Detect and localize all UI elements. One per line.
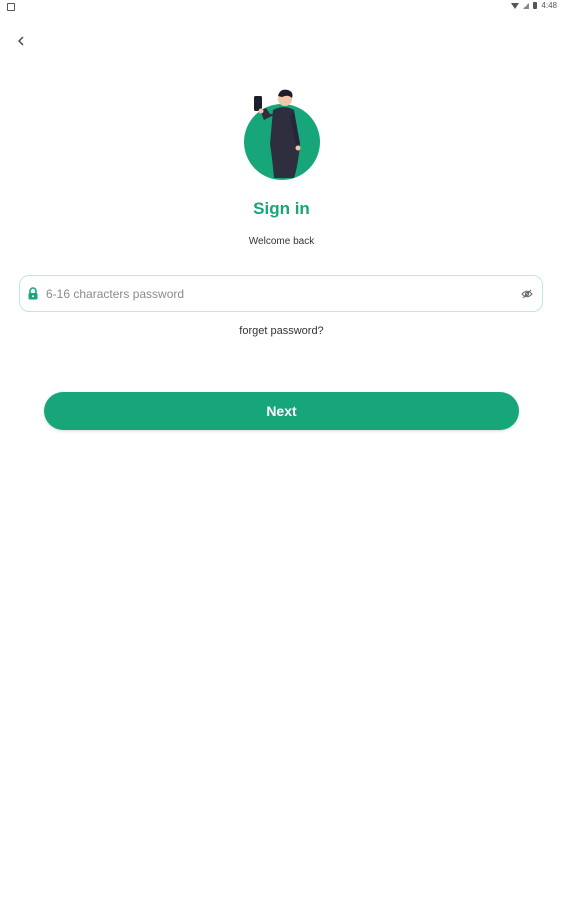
status-icons: 4:48 [511, 1, 557, 10]
battery-icon [533, 2, 538, 9]
forgot-password-link[interactable]: forget password? [0, 325, 563, 337]
signal-icon [523, 2, 530, 9]
status-bar: 4:48 [0, 0, 563, 14]
lock-icon [26, 287, 40, 301]
person-with-phone-illustration [244, 89, 320, 180]
page-title: Sign in [253, 199, 310, 218]
wifi-icon [511, 2, 520, 9]
password-input[interactable] [46, 283, 520, 304]
next-button[interactable]: Next [44, 392, 519, 430]
eye-off-icon[interactable] [520, 287, 534, 301]
password-field[interactable] [19, 275, 543, 312]
notification-icon [7, 3, 15, 11]
chevron-left-icon [18, 36, 24, 46]
back-button[interactable] [13, 33, 29, 49]
status-time: 4:48 [541, 1, 557, 10]
page-subtitle: Welcome back [248, 236, 315, 247]
